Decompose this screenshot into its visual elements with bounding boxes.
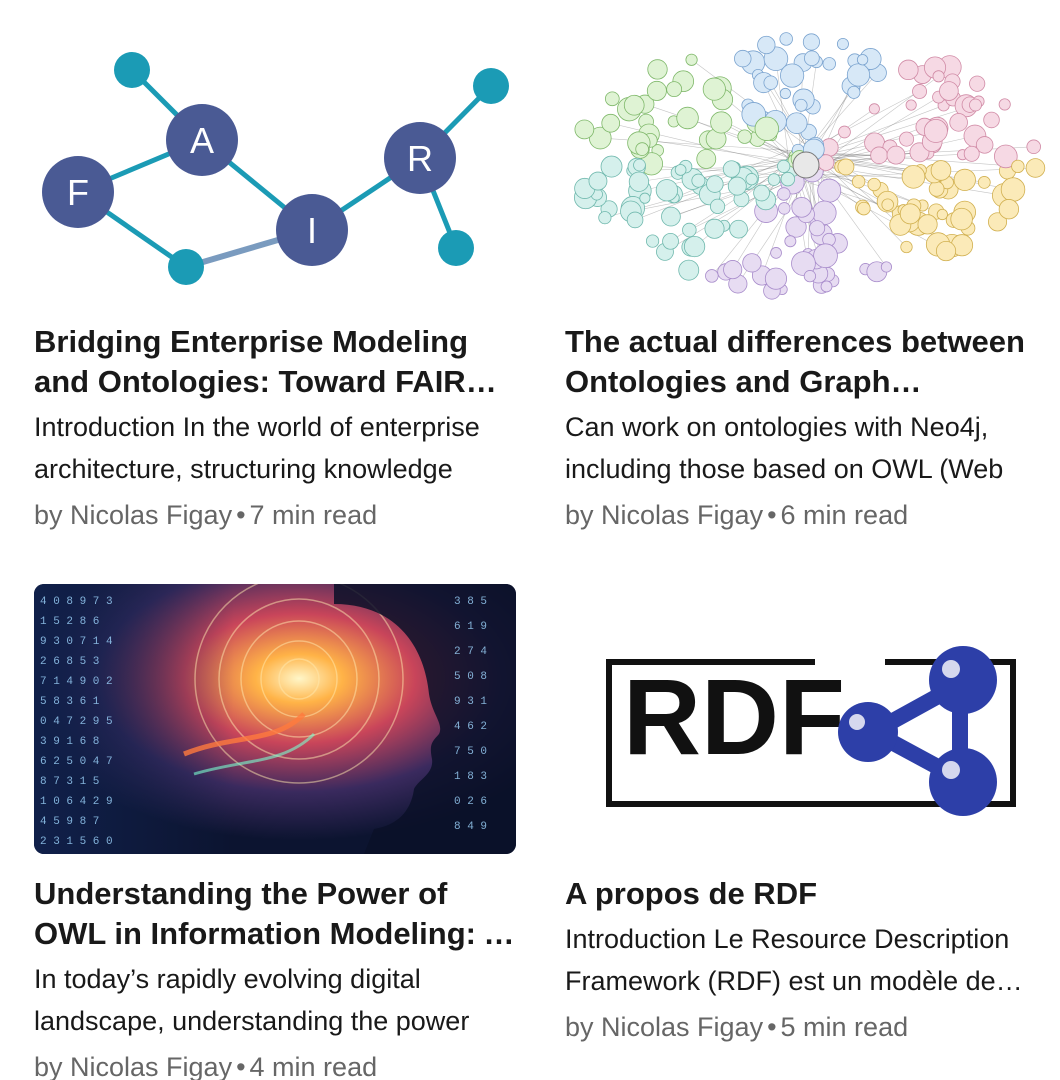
author-name[interactable]: by Nicolas Figay bbox=[565, 500, 763, 530]
svg-text:4 0 8 9 7 3: 4 0 8 9 7 3 bbox=[40, 596, 113, 608]
article-title[interactable]: A propos de RDF bbox=[565, 874, 1047, 914]
svg-text:7 5 0: 7 5 0 bbox=[454, 746, 487, 758]
svg-text:7 1 4 9 0 2: 7 1 4 9 0 2 bbox=[40, 676, 113, 688]
linked-open-data-cloud-icon bbox=[573, 32, 1046, 300]
article-excerpt: Introduction In the world of enterprise … bbox=[34, 412, 480, 484]
article-card[interactable]: F A I R Bridging Enterprise Modeling and… bbox=[34, 0, 516, 535]
svg-text:8 4 9: 8 4 9 bbox=[454, 821, 487, 833]
fair-letter: R bbox=[407, 138, 433, 179]
article-title[interactable]: The actual differences between Ontologie… bbox=[565, 322, 1047, 402]
svg-text:1 0 6 4 2 9: 1 0 6 4 2 9 bbox=[40, 796, 113, 808]
separator: • bbox=[767, 500, 777, 530]
svg-text:5 0 8: 5 0 8 bbox=[454, 671, 487, 683]
article-thumbnail[interactable]: 4 0 8 9 7 3 1 5 2 8 6 9 3 0 7 1 4 2 6 8 5 … bbox=[34, 584, 516, 854]
article-meta: by Nicolas Figay • 4 min read bbox=[34, 1047, 516, 1080]
fair-letter: A bbox=[190, 120, 214, 161]
article-title[interactable]: Bridging Enterprise Modeling and Ontolog… bbox=[34, 322, 516, 402]
fair-graph-logo-icon: F A I R bbox=[42, 52, 509, 285]
article-title[interactable]: Understanding the Power of OWL in Inform… bbox=[34, 874, 516, 954]
article-card[interactable]: 4 0 8 9 7 3 1 5 2 8 6 9 3 0 7 1 4 2 6 8 5 … bbox=[34, 584, 516, 1080]
separator: • bbox=[236, 1052, 246, 1080]
read-time: 4 min read bbox=[249, 1052, 378, 1080]
svg-text:9 3 0 7 1 4: 9 3 0 7 1 4 bbox=[40, 636, 113, 648]
article-meta: by Nicolas Figay • 7 min read bbox=[34, 495, 516, 535]
read-time: 5 min read bbox=[780, 1012, 909, 1042]
separator: • bbox=[767, 1012, 777, 1042]
svg-text:4 6 2: 4 6 2 bbox=[454, 721, 487, 733]
svg-text:1 8 3: 1 8 3 bbox=[454, 771, 487, 783]
separator: • bbox=[236, 500, 246, 530]
article-thumbnail[interactable]: RDF bbox=[565, 584, 1047, 854]
read-time: 7 min read bbox=[249, 500, 378, 530]
author-name[interactable]: by Nicolas Figay bbox=[34, 500, 232, 530]
article-excerpt: In today’s rapidly evolving digital land… bbox=[34, 964, 470, 1036]
article-excerpt: Can work on ontologies with Neo4j, inclu… bbox=[565, 412, 1004, 484]
article-card[interactable]: The actual differences between Ontologie… bbox=[565, 0, 1047, 535]
svg-text:3 9 1 6 8: 3 9 1 6 8 bbox=[40, 736, 99, 748]
rdf-logo-icon: RDF bbox=[565, 584, 1047, 854]
rdf-logo-text: RDF bbox=[623, 656, 845, 777]
svg-text:2 7 4: 2 7 4 bbox=[454, 646, 487, 658]
svg-text:4 5 9 8 7: 4 5 9 8 7 bbox=[40, 816, 99, 828]
svg-text:3 8 5: 3 8 5 bbox=[454, 596, 487, 608]
article-excerpt: Introduction Le Resource Description Fra… bbox=[565, 924, 1010, 996]
svg-text:1 5 2 8 6: 1 5 2 8 6 bbox=[40, 616, 99, 628]
svg-text:6 2 5 0 4 7: 6 2 5 0 4 7 bbox=[40, 756, 113, 768]
article-meta: by Nicolas Figay • 5 min read bbox=[565, 1007, 1047, 1047]
svg-text:5 8 3 6 1: 5 8 3 6 1 bbox=[40, 696, 100, 708]
article-thumbnail[interactable] bbox=[565, 30, 1047, 300]
article-card[interactable]: RDF A propos de RDF Introduction Le Reso… bbox=[565, 584, 1047, 1047]
fair-letter: F bbox=[67, 172, 89, 213]
svg-text:0 4 7 2 9 5: 0 4 7 2 9 5 bbox=[40, 716, 113, 728]
svg-text:2 6 8 5 3: 2 6 8 5 3 bbox=[40, 656, 99, 668]
article-thumbnail[interactable]: F A I R bbox=[34, 30, 516, 300]
svg-text:8 7 3 1 5: 8 7 3 1 5 bbox=[40, 776, 99, 788]
svg-text:2 3 1 5 6 0: 2 3 1 5 6 0 bbox=[40, 836, 113, 848]
svg-text:9 3 1: 9 3 1 bbox=[454, 696, 487, 708]
read-time: 6 min read bbox=[780, 500, 909, 530]
svg-text:6 1 9: 6 1 9 bbox=[454, 621, 487, 633]
fair-letter: I bbox=[307, 210, 317, 251]
svg-text:0 2 6: 0 2 6 bbox=[454, 796, 487, 808]
article-meta: by Nicolas Figay • 6 min read bbox=[565, 495, 1047, 535]
author-name[interactable]: by Nicolas Figay bbox=[565, 1012, 763, 1042]
author-name[interactable]: by Nicolas Figay bbox=[34, 1052, 232, 1080]
digital-mind-illustration-icon: 4 0 8 9 7 3 1 5 2 8 6 9 3 0 7 1 4 2 6 8 5 … bbox=[34, 584, 516, 854]
